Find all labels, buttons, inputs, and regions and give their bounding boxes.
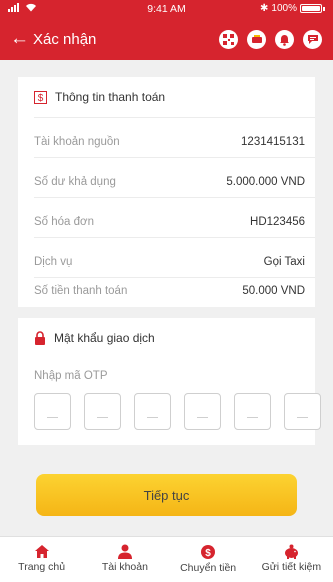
row-source-account: Tài khoản nguồn 1231415131 bbox=[34, 132, 305, 152]
divider bbox=[34, 277, 315, 278]
otp-label: Nhập mã OTP bbox=[34, 370, 108, 382]
password-title: Mật khẩu giao dịch bbox=[54, 331, 155, 345]
qr-code-icon[interactable] bbox=[219, 30, 238, 49]
battery-icon bbox=[300, 4, 322, 13]
otp-digit-3[interactable] bbox=[134, 393, 171, 430]
otp-digit-2[interactable] bbox=[84, 393, 121, 430]
row-value: HD123456 bbox=[250, 216, 305, 228]
status-bar: 9:41 AM ✱ 100% bbox=[0, 0, 333, 18]
divider bbox=[34, 117, 315, 118]
home-icon bbox=[34, 545, 49, 558]
payment-info-title: Thông tin thanh toán bbox=[55, 90, 166, 104]
lock-icon bbox=[35, 331, 45, 345]
transaction-password-card: Mật khẩu giao dịch Nhập mã OTP bbox=[18, 318, 321, 445]
invoice-icon: $ bbox=[34, 90, 47, 104]
otp-input-group bbox=[34, 393, 321, 430]
otp-digit-1[interactable] bbox=[34, 393, 71, 430]
divider bbox=[34, 197, 315, 198]
header-actions bbox=[219, 30, 322, 49]
row-value: 50.000 VND bbox=[242, 285, 305, 297]
user-icon bbox=[117, 544, 132, 559]
divider bbox=[34, 237, 315, 238]
row-label: Số dư khả dụng bbox=[34, 176, 116, 188]
svg-text:$: $ bbox=[205, 548, 211, 559]
otp-digit-4[interactable] bbox=[184, 393, 221, 430]
tab-savings[interactable]: Gửi tiết kiệm bbox=[250, 537, 333, 582]
row-label: Tài khoản nguồn bbox=[34, 136, 120, 148]
tab-label: Chuyển tiền bbox=[180, 562, 237, 574]
bluetooth-icon: ✱ bbox=[260, 3, 269, 14]
row-value: 1231415131 bbox=[241, 136, 305, 148]
row-label: Số tiền thanh toán bbox=[34, 285, 128, 297]
battery-percent: 100% bbox=[271, 3, 297, 14]
tab-home[interactable]: Trang chủ bbox=[0, 537, 83, 582]
row-value: 5.000.000 VND bbox=[226, 176, 305, 188]
svg-text:$: $ bbox=[38, 93, 44, 104]
row-label: Số hóa đơn bbox=[34, 216, 94, 228]
row-payment-amount: Số tiền thanh toán 50.000 VND bbox=[34, 281, 305, 301]
row-label: Dịch vụ bbox=[34, 256, 73, 268]
continue-button[interactable]: Tiếp tục bbox=[36, 474, 297, 516]
app-header: 9:41 AM ✱ 100% ← Xác nhận bbox=[0, 0, 333, 60]
back-arrow-icon[interactable]: ← bbox=[10, 28, 29, 50]
row-available-balance: Số dư khả dụng 5.000.000 VND bbox=[34, 172, 305, 192]
tab-label: Tài khoản bbox=[101, 561, 148, 573]
bell-icon[interactable] bbox=[275, 30, 294, 49]
nav-bar: ← Xác nhận bbox=[0, 26, 333, 56]
otp-digit-6[interactable] bbox=[284, 393, 321, 430]
row-service: Dịch vụ Gọi Taxi bbox=[34, 252, 305, 272]
mailbox-icon[interactable] bbox=[247, 30, 266, 49]
bottom-nav: Trang chủ Tài khoản $ Chuyển tiền Gửi ti… bbox=[0, 536, 333, 582]
otp-digit-5[interactable] bbox=[234, 393, 271, 430]
piggy-bank-icon bbox=[284, 544, 298, 559]
tab-account[interactable]: Tài khoản bbox=[83, 537, 166, 582]
payment-info-card: $ Thông tin thanh toán Tài khoản nguồn 1… bbox=[18, 77, 315, 307]
row-invoice-number: Số hóa đơn HD123456 bbox=[34, 212, 305, 232]
tab-transfer[interactable]: $ Chuyển tiền bbox=[167, 537, 250, 582]
tab-label: Gửi tiết kiệm bbox=[261, 561, 322, 573]
page-title: Xác nhận bbox=[33, 31, 97, 48]
payment-info-header: $ Thông tin thanh toán bbox=[34, 90, 165, 104]
battery-status: ✱ 100% bbox=[260, 3, 325, 14]
row-value: Gọi Taxi bbox=[263, 256, 305, 268]
divider bbox=[34, 157, 315, 158]
password-header: Mật khẩu giao dịch bbox=[34, 331, 155, 345]
chat-icon[interactable] bbox=[303, 30, 322, 49]
tab-label: Trang chủ bbox=[18, 561, 66, 573]
money-transfer-icon: $ bbox=[201, 545, 216, 559]
